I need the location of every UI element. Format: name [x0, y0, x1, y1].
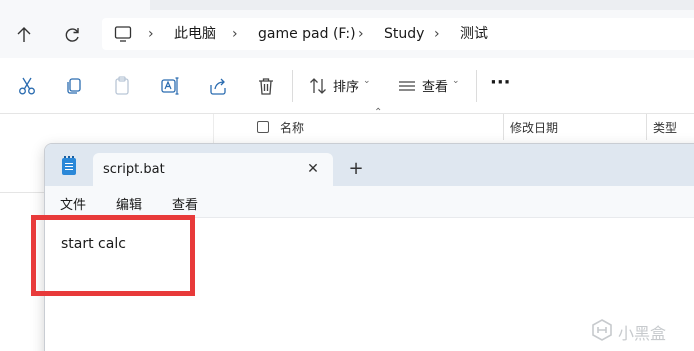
explorer-tab-strip	[0, 0, 694, 10]
menu-file[interactable]: 文件	[60, 194, 86, 213]
notepad-title-bar[interactable]: script.bat ✕ +	[45, 144, 694, 187]
up-arrow-icon[interactable]	[13, 24, 35, 46]
chevron-right-icon: ›	[232, 26, 238, 42]
column-header-modified[interactable]: 修改日期	[510, 119, 558, 136]
toolbar-divider	[292, 70, 293, 102]
chevron-right-icon: ›	[148, 26, 154, 42]
chevron-right-icon: ›	[358, 26, 364, 42]
breadcrumb-drive[interactable]: game pad (F:)	[258, 18, 356, 50]
sort-caret-icon: ⌃	[374, 107, 383, 118]
toolbar-divider	[476, 70, 477, 102]
notepad-menu-bar: 文件 编辑 查看	[45, 186, 694, 218]
explorer-active-tab[interactable]	[0, 0, 150, 10]
chevron-right-icon: ›	[434, 26, 440, 42]
address-path-box[interactable]: › 此电脑 › game pad (F:) › Study › 测试	[102, 18, 694, 50]
column-header-type[interactable]: 类型	[653, 119, 677, 136]
command-bar: 排序 ⌄ 查看 ⌄ ···	[0, 58, 694, 114]
notepad-app-icon	[62, 156, 76, 175]
select-all-checkbox[interactable]	[257, 121, 269, 133]
highlight-annotation-box	[31, 215, 195, 296]
new-tab-icon[interactable]: +	[345, 158, 367, 180]
watermark-logo-icon	[592, 319, 612, 341]
delete-icon[interactable]	[254, 74, 278, 98]
view-button-label[interactable]: 查看	[422, 76, 448, 95]
refresh-icon[interactable]	[61, 24, 83, 46]
notepad-tab[interactable]: script.bat ✕	[93, 153, 333, 187]
column-divider[interactable]	[646, 114, 647, 140]
notepad-tab-title: script.bat	[103, 162, 165, 177]
column-divider[interactable]	[503, 114, 504, 140]
breadcrumb-study[interactable]: Study	[384, 18, 424, 50]
breadcrumb-this-pc[interactable]: 此电脑	[174, 18, 216, 50]
view-icon[interactable]	[395, 74, 419, 98]
copy-icon[interactable]	[62, 74, 86, 98]
rename-icon[interactable]	[158, 74, 182, 98]
cut-icon[interactable]	[15, 74, 39, 98]
sort-icon[interactable]	[306, 74, 330, 98]
watermark-text: 小黑盒	[618, 324, 667, 343]
computer-icon[interactable]	[114, 18, 132, 50]
paste-icon[interactable]	[110, 74, 134, 98]
menu-view[interactable]: 查看	[172, 194, 198, 213]
sort-button-label[interactable]: 排序	[333, 76, 359, 95]
chevron-down-icon: ⌄	[363, 76, 371, 86]
breadcrumb-current-folder[interactable]: 测试	[460, 18, 488, 50]
column-header-row: ⌃ 名称 修改日期 类型	[228, 107, 694, 140]
column-header-name[interactable]: 名称	[280, 119, 304, 136]
chevron-down-icon: ⌄	[452, 76, 460, 86]
share-icon[interactable]	[206, 74, 230, 98]
close-tab-icon[interactable]: ✕	[303, 159, 323, 179]
menu-edit[interactable]: 编辑	[116, 194, 142, 213]
more-options-button[interactable]: ···	[490, 72, 511, 93]
address-bar-row: › 此电脑 › game pad (F:) › Study › 测试	[0, 10, 694, 58]
